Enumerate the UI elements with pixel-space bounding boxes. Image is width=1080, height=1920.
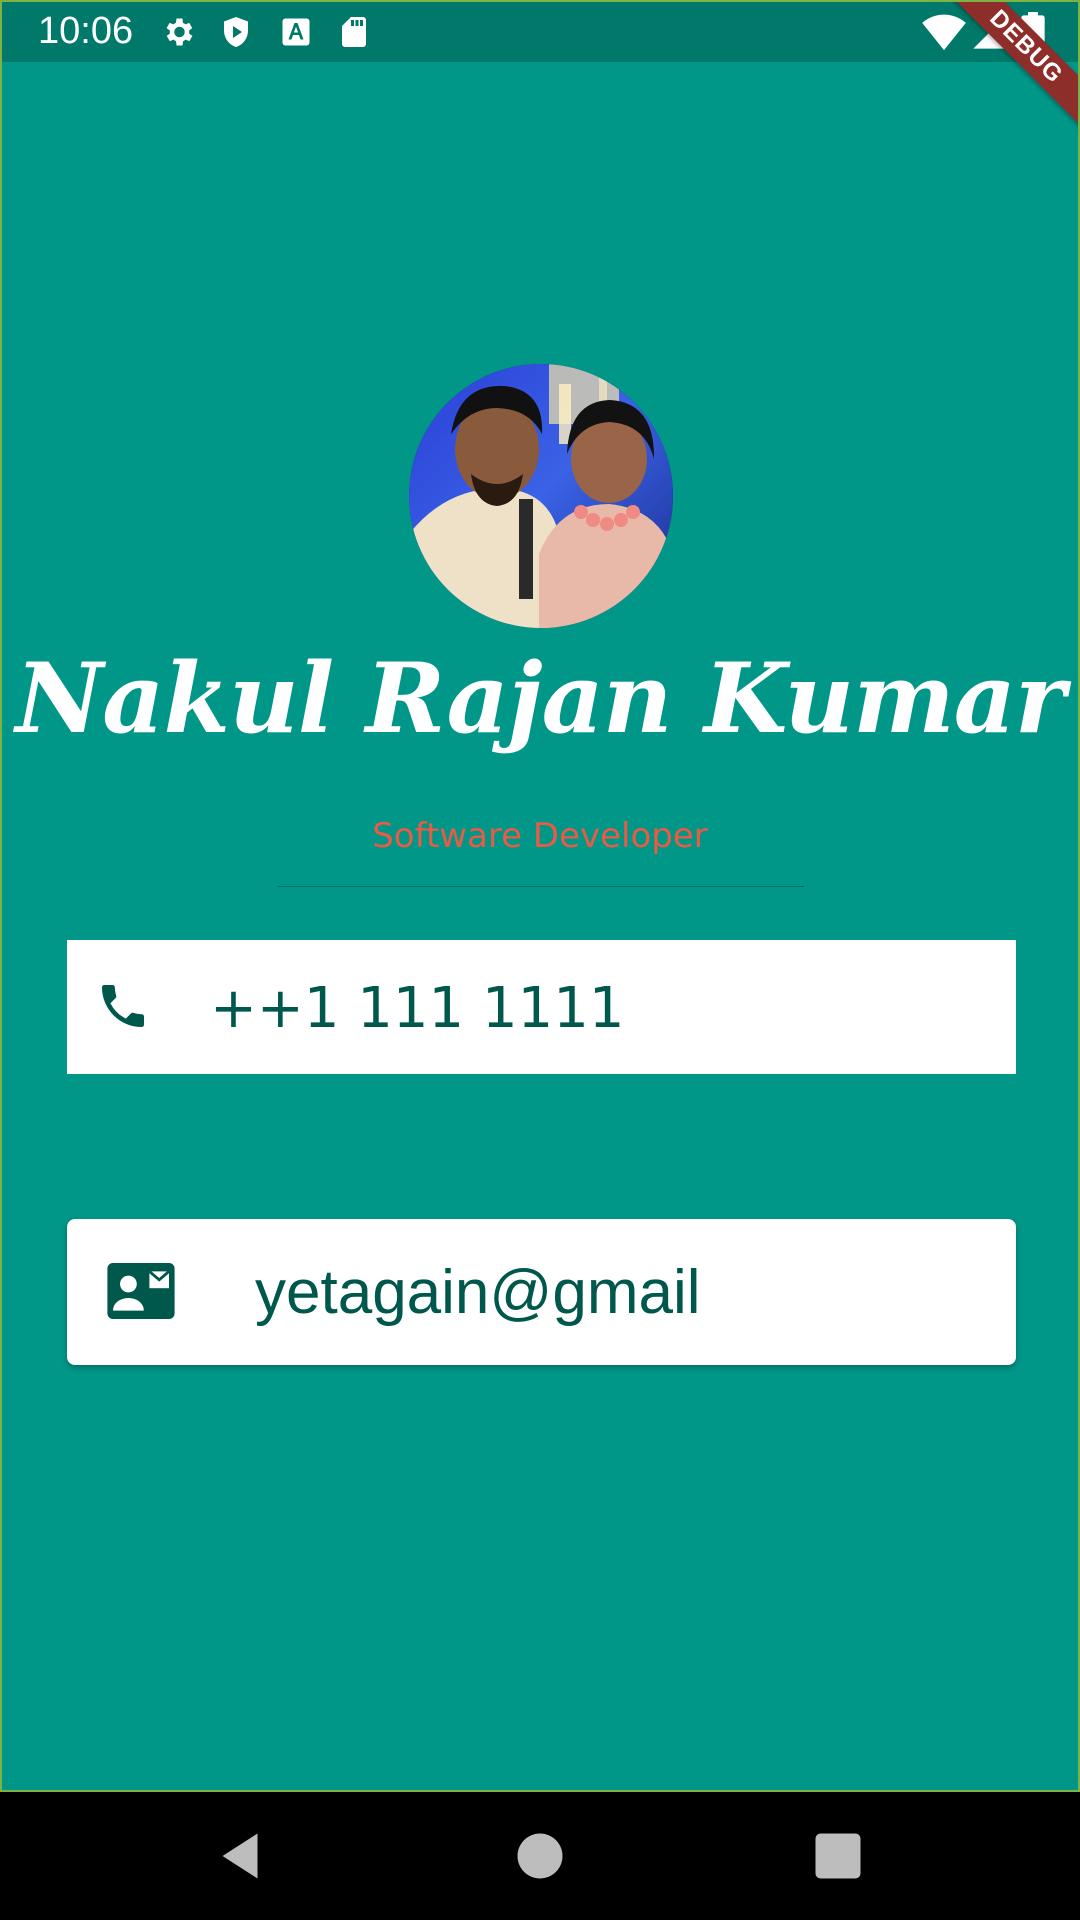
home-icon[interactable] — [510, 1826, 570, 1886]
phone-card[interactable]: ++1 111 1111 — [67, 940, 1016, 1074]
settings-icon — [166, 18, 193, 46]
avatar-photo — [409, 364, 673, 628]
phone-icon — [102, 985, 144, 1027]
status-time: 10:06 — [38, 10, 134, 52]
email-card[interactable]: yetagain@gmail — [67, 1219, 1016, 1365]
divider — [278, 886, 804, 887]
font-a-icon — [282, 18, 310, 46]
shield-play-icon — [224, 17, 248, 47]
status-bar: 10:06 DEBUG — [2, 2, 1078, 137]
app-surface: 10:06 DEBUG Nakul Rajan Kumar Software D… — [0, 0, 1080, 1792]
recents-icon[interactable] — [808, 1826, 868, 1886]
profile-name: Nakul Rajan Kumar — [15, 642, 1066, 755]
phone-screen: 10:06 DEBUG Nakul Rajan Kumar Software D… — [0, 0, 1080, 1920]
wifi-icon — [922, 14, 966, 51]
avatar — [409, 364, 673, 628]
phone-number: ++1 111 1111 — [210, 976, 625, 1041]
sd-card-icon — [342, 17, 366, 47]
email-address: yetagain@gmail — [255, 1258, 701, 1327]
contact-mail-icon — [107, 1263, 175, 1319]
back-icon[interactable] — [210, 1826, 270, 1886]
navigation-bar — [0, 1792, 1080, 1920]
profile-title: Software Developer — [372, 816, 708, 856]
